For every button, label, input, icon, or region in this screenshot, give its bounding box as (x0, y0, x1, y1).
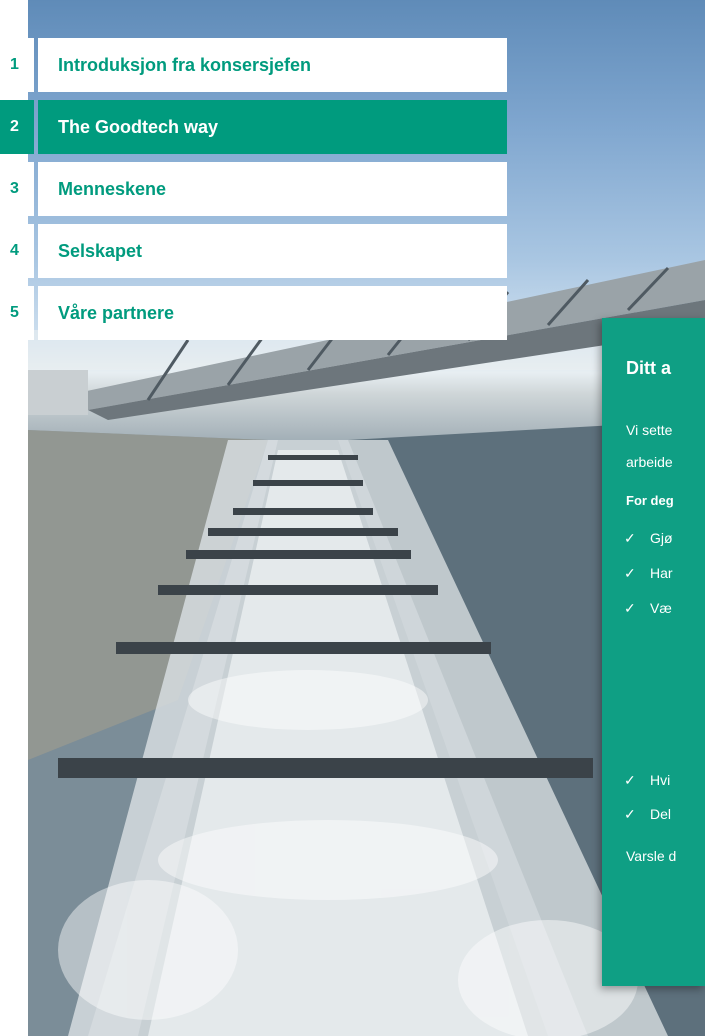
checkmark-icon: ✓ (624, 600, 636, 616)
card-check-item: Hvi (650, 772, 671, 788)
nav-item-number: 4 (0, 224, 34, 278)
card-footer-text: Varsle d (626, 848, 677, 864)
nav-item-label: Selskapet (38, 224, 507, 278)
page: 1 Introduksjon fra konsersjefen 2 The Go… (0, 0, 705, 1036)
nav-item-label: Menneskene (38, 162, 507, 216)
nav-item-number: 3 (0, 162, 34, 216)
card-check-item: Har (650, 565, 673, 581)
nav-item-number: 5 (0, 286, 34, 340)
nav-item-label: Våre partnere (38, 286, 507, 340)
nav-item-number: 2 (0, 100, 34, 154)
nav-item-goodtech-way[interactable]: 2 The Goodtech way (0, 100, 507, 154)
card-subheading: For deg (626, 493, 674, 508)
checkmark-icon: ✓ (624, 530, 636, 546)
nav-item-label: The Goodtech way (38, 100, 507, 154)
card-intro-line: arbeide (626, 454, 673, 470)
card-title: Ditt a (626, 358, 671, 378)
checkmark-icon: ✓ (624, 565, 636, 581)
card-check-item: Gjø (650, 530, 673, 546)
card-check-item: Væ (650, 600, 672, 616)
card-intro-line: Vi sette (626, 422, 673, 438)
nav-item-introduksjon[interactable]: 1 Introduksjon fra konsersjefen (0, 38, 507, 92)
nav-item-vare-partnere[interactable]: 5 Våre partnere (0, 286, 507, 340)
nav-item-label: Introduksjon fra konsersjefen (38, 38, 507, 92)
card-check-item: Del (650, 806, 672, 822)
nav-item-number: 1 (0, 38, 34, 92)
checkmark-icon: ✓ (624, 806, 636, 822)
content-card: Ditt a Vi sette arbeide For deg ✓ Gjø ✓ … (602, 318, 705, 986)
nav-item-selskapet[interactable]: 4 Selskapet (0, 224, 507, 278)
nav-item-menneskene[interactable]: 3 Menneskene (0, 162, 507, 216)
checkmark-icon: ✓ (624, 772, 636, 788)
